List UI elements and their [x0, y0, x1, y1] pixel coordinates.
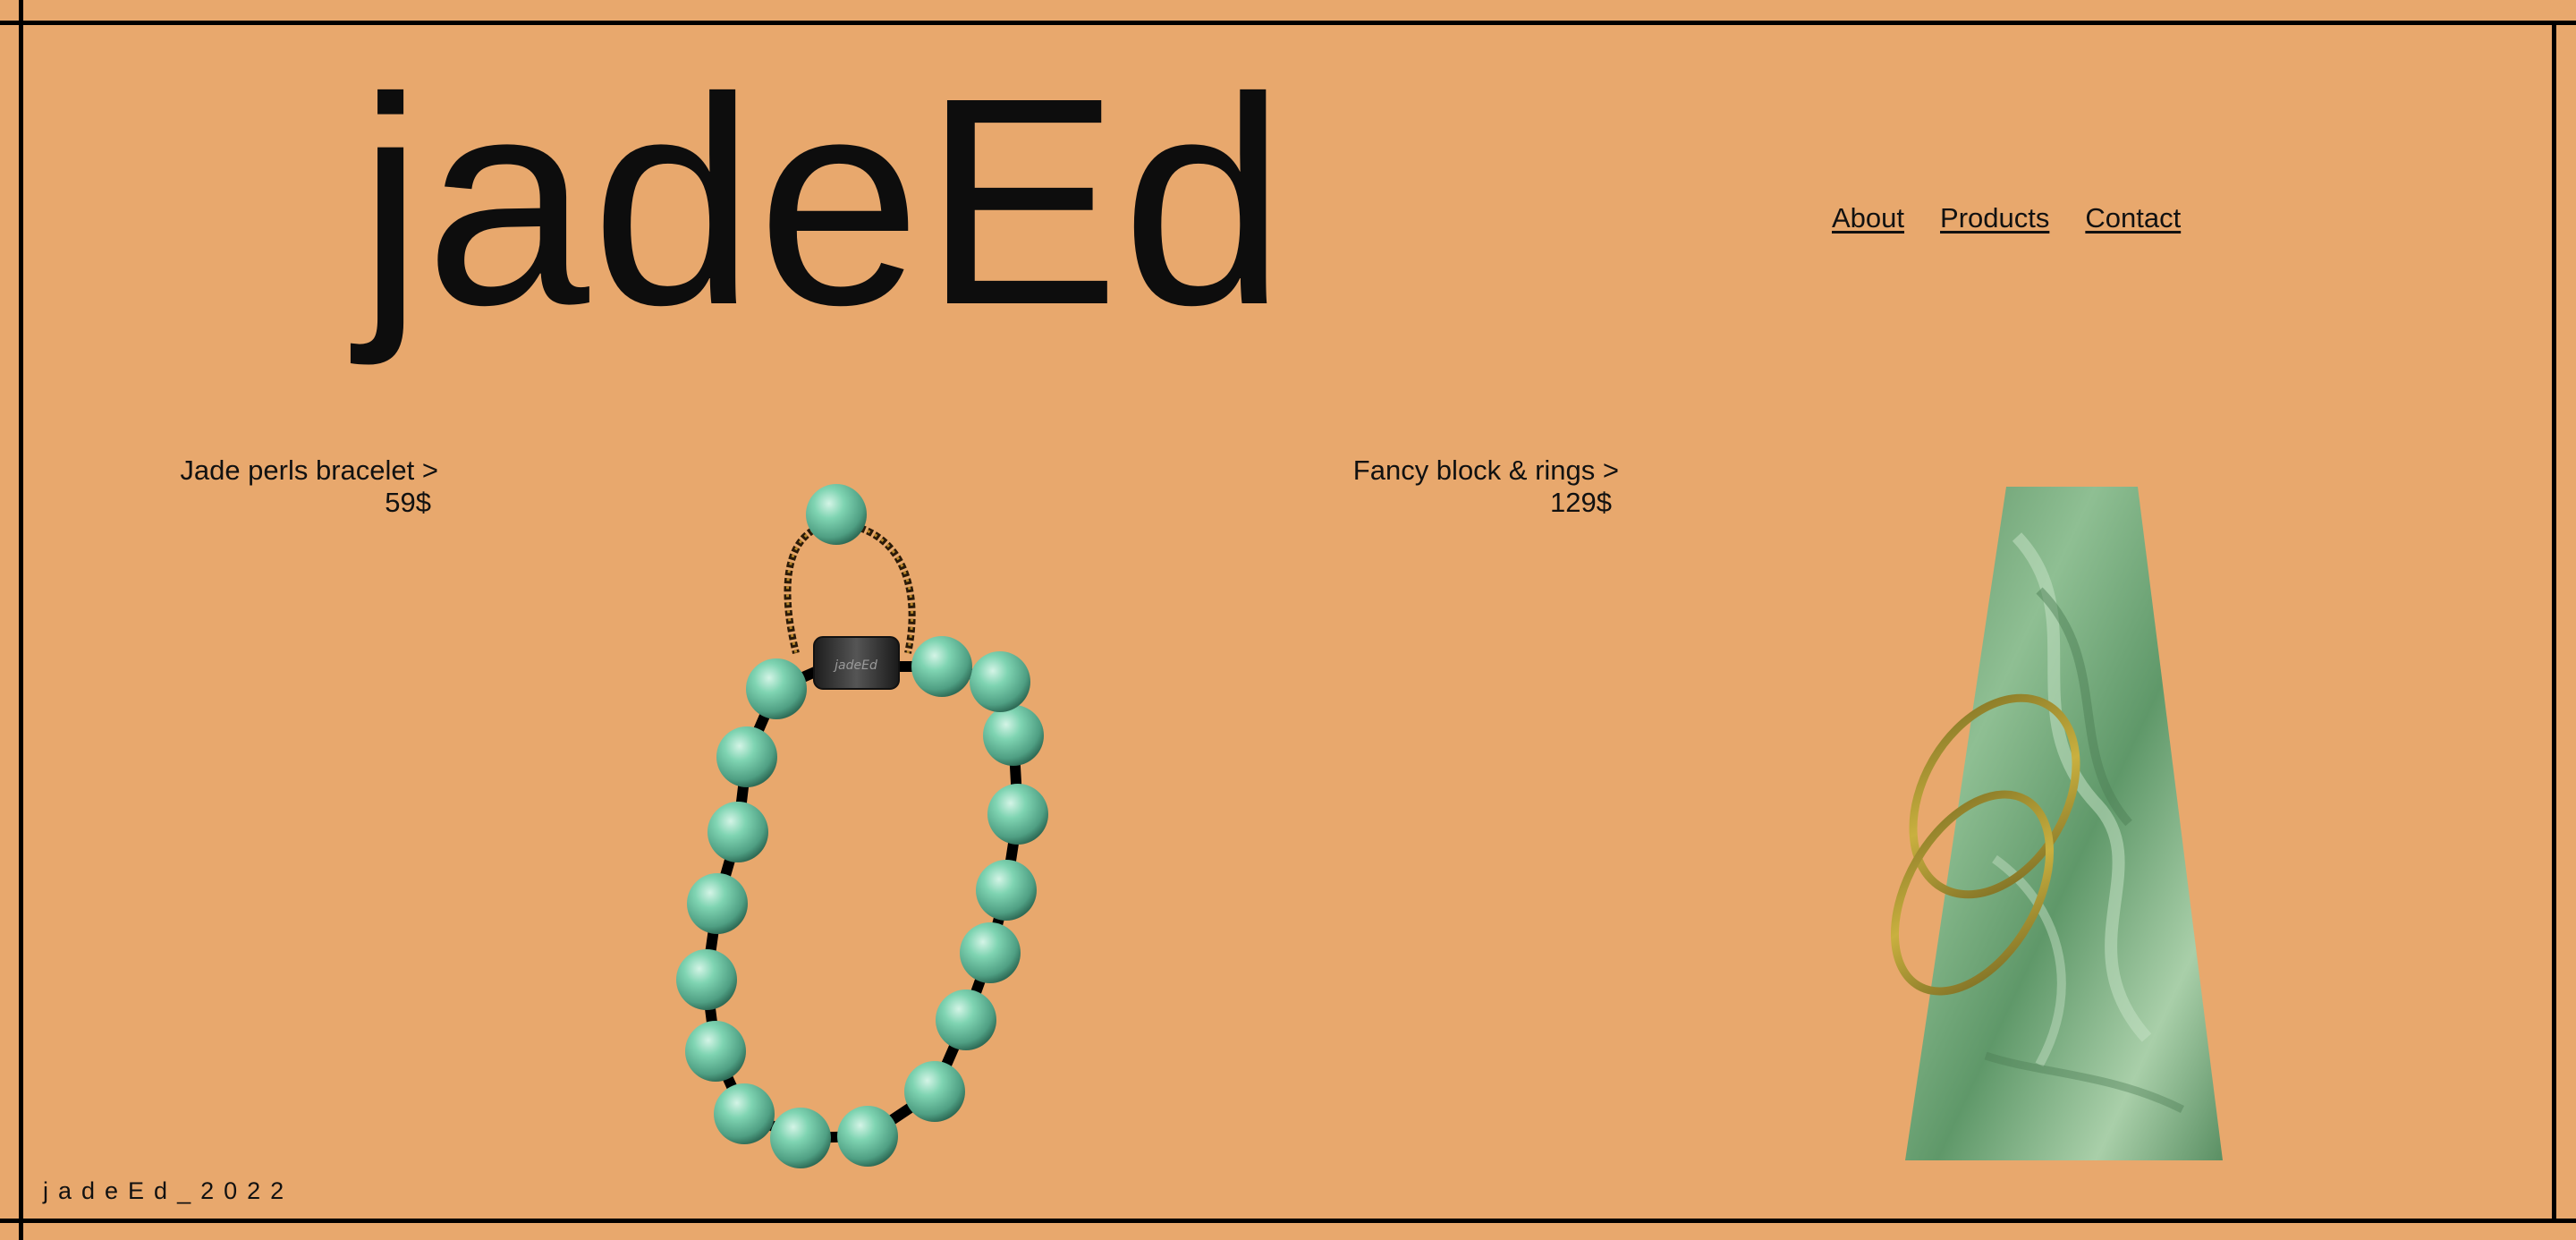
product-name[interactable]: Jade perls bracelet > — [143, 454, 438, 487]
svg-text:jadeEd: jadeEd — [833, 658, 877, 673]
product-card-block-label[interactable]: Fancy block & rings > 129$ — [1324, 454, 1619, 519]
jade-bead — [685, 1021, 746, 1082]
nav-about-link[interactable]: About — [1832, 202, 1904, 234]
jade-bead — [770, 1108, 831, 1168]
nav-products-link[interactable]: Products — [1940, 202, 2049, 234]
jade-bead — [714, 1083, 775, 1144]
site-logo[interactable]: jadeEd — [358, 54, 1288, 349]
jade-bead — [837, 1106, 898, 1167]
jade-bead — [983, 705, 1044, 766]
jade-bead — [911, 636, 972, 697]
jade-bead — [987, 784, 1048, 845]
block-and-rings-image[interactable] — [1860, 483, 2236, 1163]
jade-bead — [960, 922, 1021, 983]
nav-contact-link[interactable]: Contact — [2085, 202, 2181, 234]
jade-bead — [976, 860, 1037, 921]
jade-bead — [806, 484, 867, 545]
jade-bead — [708, 802, 768, 862]
product-name[interactable]: Fancy block & rings > — [1324, 454, 1619, 487]
jade-bead — [970, 651, 1030, 712]
jade-bead — [687, 873, 748, 934]
jade-bead — [936, 989, 996, 1050]
jade-bead — [716, 726, 777, 787]
frame-top-rule — [0, 21, 2576, 25]
jade-bracelet-image[interactable]: jadeEd — [662, 474, 1109, 1181]
jade-bead — [904, 1061, 965, 1122]
footer-copyright: jadeEd_2022 — [43, 1177, 294, 1204]
frame-right-rule — [2552, 21, 2556, 1223]
frame-bottom-rule — [0, 1219, 2576, 1223]
product-price: 59$ — [385, 487, 431, 518]
product-price: 129$ — [1550, 487, 1612, 518]
page: jadeEd About Products Contact Jade perls… — [0, 0, 2576, 1240]
product-card-bracelet-label[interactable]: Jade perls bracelet > 59$ — [143, 454, 438, 519]
jade-bead — [676, 949, 737, 1010]
main-nav: About Products Contact — [1832, 202, 2181, 234]
jade-bead — [746, 658, 807, 719]
frame-left-rule — [19, 0, 23, 1240]
